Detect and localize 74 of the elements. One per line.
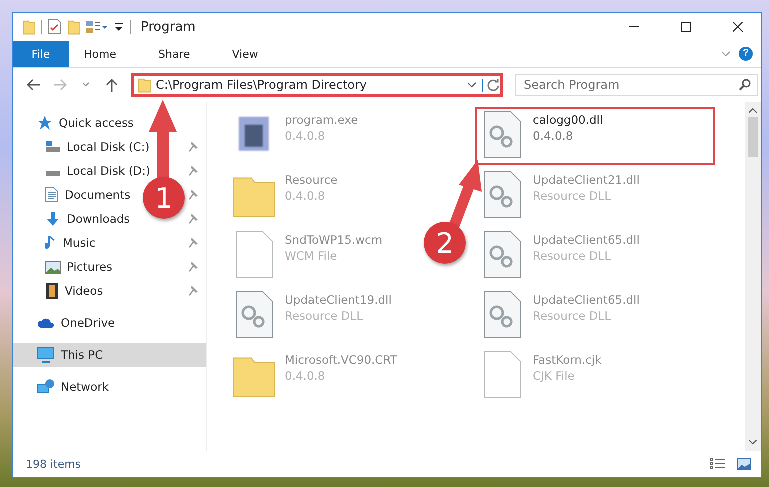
down-arrow-icon [45, 211, 61, 227]
music-note-icon [45, 235, 57, 251]
nav-item[interactable]: Local Disk (C:) [67, 140, 150, 154]
ribbon-tab[interactable]: View [217, 41, 274, 67]
nav-item[interactable]: Pictures [67, 260, 113, 274]
file-detail: 0.4.0.8 [285, 129, 326, 143]
scroll-down-icon [749, 440, 757, 445]
window-title: Program [141, 20, 196, 34]
nav-item[interactable]: OneDrive [13, 311, 206, 335]
file-detail: CJK File [533, 369, 576, 383]
ribbon-tab[interactable]: File [13, 41, 69, 67]
file-detail: 0.4.0.8 [285, 369, 326, 383]
checklist-icon [48, 19, 62, 35]
pin-icon [188, 214, 198, 224]
file-detail: 0.4.0.8 [533, 129, 574, 143]
nav-item[interactable]: Downloads [67, 212, 130, 226]
chevron-down-icon [721, 51, 731, 57]
nav-item[interactable]: Local Disk (D:) [67, 164, 151, 178]
close-icon [733, 22, 743, 32]
address-bar[interactable]: C:\Program Files\Program Directory [131, 73, 503, 97]
properties-icon [86, 20, 108, 34]
file-detail: Resource DLL [285, 309, 364, 323]
monitor-icon [37, 347, 55, 363]
pin-icon [188, 190, 198, 200]
forward-arrow-icon [53, 79, 67, 91]
file-detail: Resource DLL [533, 309, 612, 323]
item-count: 198 items [26, 458, 82, 470]
network-icon [37, 379, 55, 395]
folder-icon [138, 77, 151, 93]
refresh-icon [482, 78, 500, 92]
pin-icon [188, 238, 198, 248]
pin-icon [188, 142, 198, 152]
nav-item[interactable]: Documents [65, 188, 131, 202]
folder-icon [68, 19, 80, 35]
large-icons-view-icon [737, 458, 751, 470]
nav-item[interactable]: This PC [13, 343, 206, 367]
scroll-thumb[interactable] [748, 117, 758, 157]
details-view-icon [710, 458, 726, 470]
scroll-up-icon [749, 108, 757, 113]
file-detail: WCM File [285, 249, 338, 263]
nav-item[interactable]: Quick access [13, 111, 206, 135]
customize-icon [114, 22, 124, 32]
chevron-down-icon [467, 82, 477, 88]
chevron-down-icon [82, 82, 90, 88]
file-detail: 0.4.0.8 [285, 189, 326, 203]
document-icon [45, 187, 59, 203]
nav-item[interactable]: Videos [65, 284, 104, 298]
ribbon-tab[interactable]: Share [143, 41, 206, 67]
film-icon [45, 283, 59, 299]
nav-label: This PC [61, 348, 104, 362]
folder-icon [23, 19, 35, 35]
up-arrow-icon [106, 78, 118, 92]
nav-label: Quick access [59, 116, 134, 130]
pin-icon [188, 286, 198, 296]
help-button[interactable]: ? [739, 47, 753, 61]
scrollbar[interactable] [745, 102, 761, 451]
search-icon [739, 79, 751, 91]
ribbon-tab[interactable]: Home [69, 41, 132, 67]
file-detail: Resource DLL [533, 249, 612, 263]
pin-icon [188, 166, 198, 176]
search-field[interactable]: Search Program [515, 74, 758, 96]
landscape-icon [45, 260, 61, 274]
file-name[interactable]: calogg00.dll [533, 113, 604, 127]
nav-label: Network [61, 380, 110, 394]
maximize-icon [681, 22, 691, 32]
nav-item[interactable]: Network [13, 375, 206, 399]
star-icon [37, 115, 53, 131]
back-arrow-icon [27, 79, 41, 91]
drive-icon [45, 141, 61, 153]
pin-icon [188, 262, 198, 272]
nav-label: OneDrive [61, 316, 116, 330]
file-detail: Resource DLL [533, 189, 612, 203]
cloud-icon [37, 317, 55, 329]
nav-item[interactable]: Music [63, 236, 96, 250]
